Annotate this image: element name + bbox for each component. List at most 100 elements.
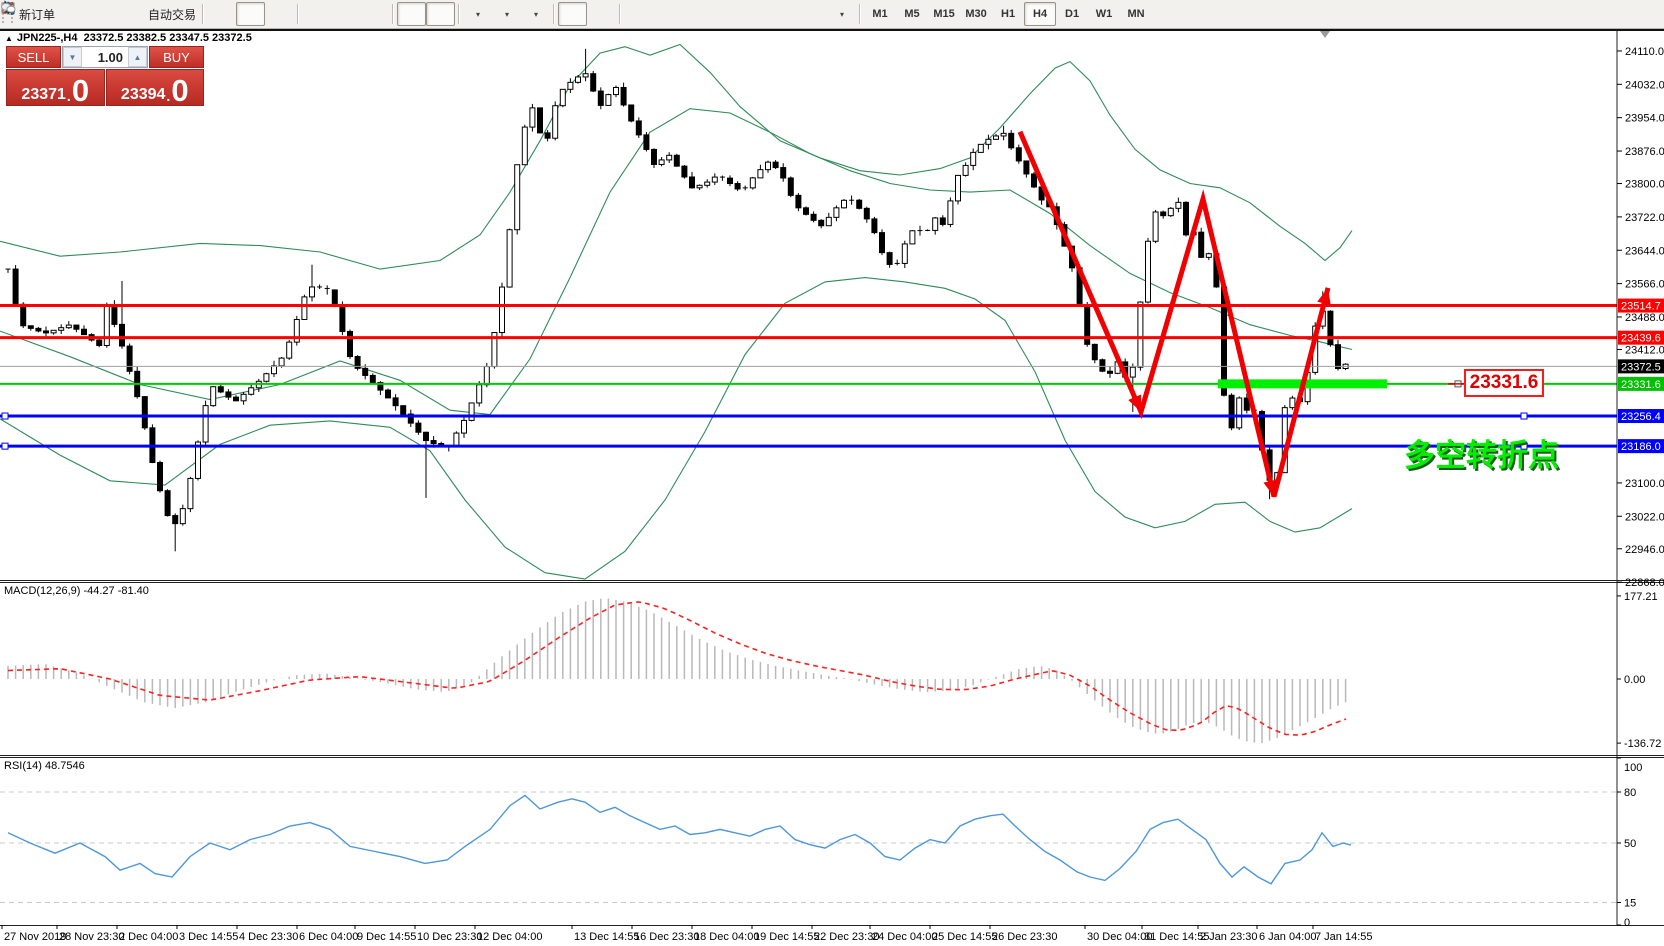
tf-h1-button[interactable]: H1: [992, 2, 1024, 26]
price-tick-label: 23412.0: [1625, 344, 1664, 356]
price-tick-label: 23722.0: [1625, 212, 1664, 224]
chart-shift-button[interactable]: [426, 2, 455, 26]
candlestick-chart-button[interactable]: [236, 2, 265, 26]
time-tick-label: 27 Nov 2019: [4, 931, 66, 943]
toolbar-separator: [458, 4, 460, 24]
time-tick-label: 10 Dec 23:30: [417, 931, 482, 943]
price-tick-label: 23644.0: [1625, 245, 1664, 257]
arrows-button[interactable]: ▾: [827, 2, 856, 26]
indicators-button[interactable]: ▾: [463, 2, 492, 26]
pivot-annotation-text[interactable]: 多空转折点: [1404, 430, 1559, 475]
chat-button[interactable]: [1629, 2, 1658, 26]
templates-button[interactable]: ▾: [521, 2, 550, 26]
dropdown-caret-icon: ▾: [840, 10, 844, 19]
sell-button[interactable]: SELL: [6, 46, 61, 68]
volume-down-icon[interactable]: ▼: [63, 47, 82, 67]
price-tick-label: 24110.0: [1625, 46, 1664, 58]
line-chart-button[interactable]: [265, 2, 294, 26]
oneclick-collapse-icon[interactable]: ▲: [5, 34, 13, 43]
tf-m5-button[interactable]: M5: [896, 2, 928, 26]
time-tick-label: 16 Dec 23:30: [634, 931, 699, 943]
pivot-price-tag[interactable]: 23331.6: [1464, 369, 1544, 397]
time-tick-label: 6 Jan 04:00: [1259, 931, 1317, 943]
time-tick-label: 3 Dec 14:55: [179, 931, 238, 943]
toolbar-separator: [202, 4, 204, 24]
price-tick-label: 24032.0: [1625, 79, 1664, 91]
price-pane: [0, 45, 1617, 580]
tf-d1-button[interactable]: D1: [1056, 2, 1088, 26]
horizontal-line-button[interactable]: [653, 2, 682, 26]
mt4-window: 24110.024032.023954.023876.023800.023722…: [0, 0, 1664, 946]
volume-stepper[interactable]: ▼ 1.00 ▲: [62, 46, 148, 68]
time-axis-border: [0, 925, 1664, 926]
tf-m15-button[interactable]: M15: [928, 2, 960, 26]
buy-button[interactable]: BUY: [149, 46, 204, 68]
price-tick-label: 23566.0: [1625, 279, 1664, 291]
channel-button[interactable]: E: [711, 2, 740, 26]
current-price-axis-label-text: 23372.5: [1621, 361, 1661, 373]
time-tick-label: 24 Dec 04:00: [872, 931, 937, 943]
volume-field[interactable]: 1.00: [82, 47, 128, 67]
buy-price-dot: .: [166, 89, 170, 103]
zoom-in-button[interactable]: [302, 2, 331, 26]
chart-top-border: [0, 29, 1664, 31]
periods-button[interactable]: ▾: [492, 2, 521, 26]
market-watch-button[interactable]: [58, 2, 87, 26]
dropdown-caret-icon: ▾: [505, 10, 509, 19]
price-tick-label: 23488.0: [1625, 312, 1664, 324]
price-tick-label: 23100.0: [1625, 478, 1664, 490]
sell-price-tile[interactable]: 23371 . 0: [6, 69, 105, 106]
crosshair-button[interactable]: [587, 2, 616, 26]
text-label-button[interactable]: T: [798, 2, 827, 26]
text-button[interactable]: A: [769, 2, 798, 26]
rsi-pane: [0, 792, 1617, 903]
sell-price-main: 23371: [21, 87, 66, 103]
price-tick-label: 23800.0: [1625, 179, 1664, 191]
price-tick-label: 23954.0: [1625, 113, 1664, 125]
toolbar-separator: [297, 4, 299, 24]
auto-scroll-button[interactable]: [397, 2, 426, 26]
tf-m1-button[interactable]: M1: [864, 2, 896, 26]
new-order-button[interactable]: 新订单: [16, 2, 58, 26]
rsi-label: RSI(14) 48.7546: [4, 760, 85, 772]
tf-mn-button[interactable]: MN: [1120, 2, 1152, 26]
signal-button[interactable]: [116, 2, 145, 26]
trendline-button[interactable]: [682, 2, 711, 26]
toolbar-separator: [553, 4, 555, 24]
buy-price-tile[interactable]: 23394 . 0: [106, 69, 205, 106]
search-button[interactable]: [1600, 2, 1629, 26]
time-tick-label: 19 Dec 14:55: [754, 931, 819, 943]
time-tick-label: 7 Jan 14:55: [1315, 931, 1373, 943]
toolbar-separator: [392, 4, 394, 24]
auto-trading-button[interactable]: 自动交易: [145, 2, 199, 26]
chart-window-button[interactable]: [87, 2, 116, 26]
buy-price-main: 23394: [121, 87, 166, 103]
dropdown-caret-icon: ▾: [476, 10, 480, 19]
time-tick-label: 26 Dec 23:30: [992, 931, 1057, 943]
one-click-trading-panel: SELL ▼ 1.00 ▲ BUY 23371 . 0 23394 . 0: [6, 46, 204, 106]
time-tick-label: 4 Dec 23:30: [239, 931, 298, 943]
support-1-axis-label-text: 23256.4: [1621, 411, 1661, 423]
resistance-2-axis-label-text: 23439.6: [1621, 333, 1661, 345]
tf-h4-button[interactable]: H4: [1024, 2, 1056, 26]
vertical-line-button[interactable]: [624, 2, 653, 26]
fibonacci-button[interactable]: F: [740, 2, 769, 26]
cursor-button[interactable]: [558, 2, 587, 26]
rsi-tick-label: 100: [1624, 762, 1642, 774]
volume-up-icon[interactable]: ▲: [128, 47, 147, 67]
tile-windows-button[interactable]: [360, 2, 389, 26]
main-toolbar: 新订单 自动交易 ▾ ▾ ▾ EFAT ▾ M1M5M15M30H1H4D1W1MN: [0, 0, 1664, 29]
chart-shift-marker: [1320, 31, 1330, 38]
time-tick-label: 6 Dec 04:00: [299, 931, 358, 943]
tf-w1-button[interactable]: W1: [1088, 2, 1120, 26]
symbol-period-label: JPN225-,H4: [17, 32, 78, 44]
chat-icon: [0, 0, 16, 16]
tf-m30-button[interactable]: M30: [960, 2, 992, 26]
new-order-button-label: 新订单: [19, 6, 55, 23]
rsi-tick-label: 80: [1624, 787, 1636, 799]
buy-price-big: 0: [171, 78, 188, 103]
support-1-handle: [2, 413, 8, 419]
bar-chart-button[interactable]: [207, 2, 236, 26]
time-tick-label: 28 Nov 23:30: [59, 931, 124, 943]
zoom-out-button[interactable]: [331, 2, 360, 26]
